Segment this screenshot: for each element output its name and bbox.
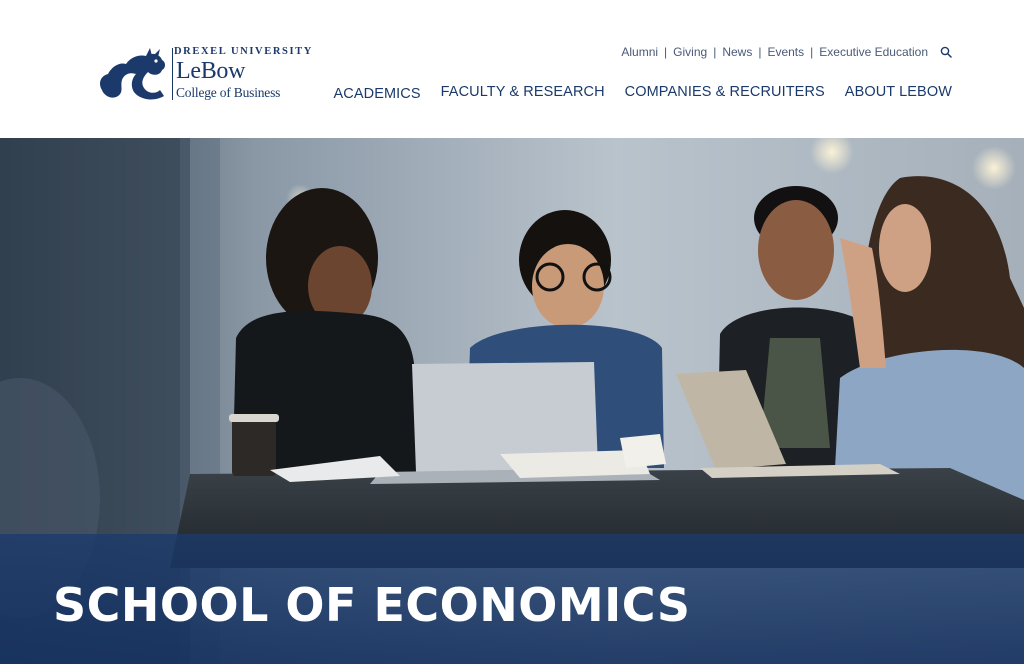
utility-link-giving[interactable]: Giving xyxy=(673,45,707,59)
divider: | xyxy=(664,45,668,59)
page-title: SCHOOL OF ECONOMICS xyxy=(53,578,691,632)
nav-academics[interactable]: ACADEMICS xyxy=(334,86,421,102)
nav-about-lebow[interactable]: ABOUT LEBOW xyxy=(845,84,952,100)
utility-nav: Alumni | Giving | News | Events | Execut… xyxy=(621,45,952,59)
logo-college-text: College of Business xyxy=(176,85,281,100)
nav-faculty-research[interactable]: FACULTY & RESEARCH xyxy=(441,84,605,100)
utility-link-news[interactable]: News xyxy=(722,45,752,59)
logo-divider xyxy=(172,48,173,100)
search-icon[interactable] xyxy=(940,46,952,58)
logo-lebow-text: LeBow xyxy=(176,58,246,84)
lebow-logo[interactable]: DREXEL UNIVERSITY LeBow College of Busin… xyxy=(94,44,311,104)
main-nav: ACADEMICS FACULTY & RESEARCH COMPANIES &… xyxy=(334,84,952,102)
utility-link-alumni[interactable]: Alumni xyxy=(621,45,658,59)
divider: | xyxy=(713,45,717,59)
nav-companies-recruiters[interactable]: COMPANIES & RECRUITERS xyxy=(625,84,825,100)
dragon-logo-icon xyxy=(100,48,165,100)
logo-university-text: DREXEL UNIVERSITY xyxy=(174,46,313,57)
utility-link-events[interactable]: Events xyxy=(767,45,804,59)
hero-banner: SCHOOL OF ECONOMICS xyxy=(0,138,1024,664)
site-header: DREXEL UNIVERSITY LeBow College of Busin… xyxy=(0,0,1024,138)
divider: | xyxy=(810,45,814,59)
utility-link-executive-education[interactable]: Executive Education xyxy=(819,45,928,59)
divider: | xyxy=(758,45,762,59)
